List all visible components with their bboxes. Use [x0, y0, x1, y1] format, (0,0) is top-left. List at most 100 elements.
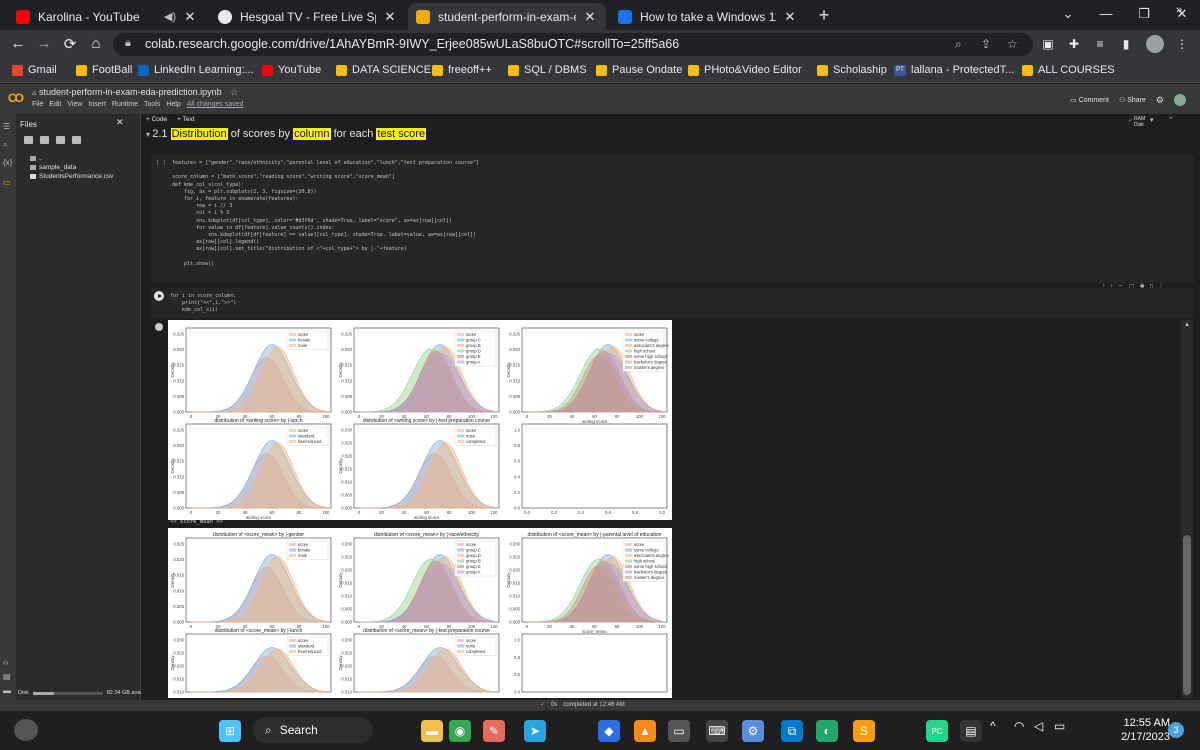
close-files-panel-button[interactable]: ✕ [116, 117, 124, 128]
telegram-icon[interactable]: ➤ [524, 720, 546, 742]
account-avatar[interactable] [1174, 94, 1186, 106]
bookmark-item[interactable]: LinkedIn Learning:... [138, 64, 254, 76]
code-line[interactable]: plt.show() [172, 261, 214, 267]
search-icon[interactable]: ⌕ [3, 140, 7, 150]
weather-widget-icon[interactable] [14, 719, 38, 741]
code-line[interactable]: sns.kdeplot(df[df[feature] == value][col… [172, 232, 476, 238]
bookmarks-more-button[interactable]: » [1176, 4, 1182, 16]
close-icon[interactable]: ✕ [582, 9, 598, 25]
bookmark-star-icon[interactable]: ☆ [1007, 37, 1018, 51]
close-icon[interactable]: ✕ [382, 9, 398, 25]
code-line[interactable]: for i, feature in enumerate(features): [172, 196, 298, 202]
wifi-icon[interactable]: ◠ [1014, 719, 1024, 733]
notebook-title[interactable]: ▵ student-perform-in-exam-eda-prediction… [32, 87, 238, 98]
volume-icon[interactable]: ◁ [1034, 719, 1043, 733]
tab-youtube[interactable]: Karolina - YouTube ◀) ✕ [8, 3, 206, 30]
vs-code-icon[interactable]: ⧉ [781, 720, 803, 742]
command-palette-icon[interactable]: ▤ [3, 672, 11, 681]
taskbar-clock[interactable]: 12:55 AM 2/17/2023 [1118, 716, 1170, 744]
sublime-icon[interactable]: S [853, 720, 875, 742]
tab-hesgoal[interactable]: Hesgoal TV - Free Live Sports Stre ✕ [210, 3, 406, 30]
bookmark-item[interactable]: ALL COURSES [1022, 64, 1115, 76]
bookmark-item[interactable]: Pause Ondate [596, 64, 682, 76]
add-code-button[interactable]: + Code [146, 116, 167, 123]
code-line[interactable]: def kde_col_s(col_type): [172, 182, 244, 188]
bookmark-item[interactable]: PHoto&Video Editor [688, 64, 802, 76]
upload-file-icon[interactable] [24, 136, 33, 144]
file-explorer-icon[interactable]: ▬ [421, 720, 443, 742]
code-line[interactable]: for value in df[feature].value_counts().… [172, 225, 334, 231]
menu-icon[interactable]: ⋮ [1174, 37, 1190, 52]
code-line[interactable]: row = i // 3 [172, 203, 232, 209]
app-blue-icon[interactable]: ◆ [598, 720, 620, 742]
back-button[interactable]: ← [8, 35, 28, 52]
runtime-dropdown-icon[interactable]: ▾ [1150, 116, 1154, 124]
variables-icon[interactable]: {x} [3, 158, 12, 167]
extension-icon[interactable]: ▣ [1040, 37, 1056, 52]
forward-button[interactable]: → [34, 35, 54, 52]
code-cell-2[interactable] [151, 288, 1194, 318]
code-line[interactable]: fig, ax = plt.subplots(2, 3, figsize=(20… [172, 189, 316, 195]
minimize-button[interactable]: — [1096, 6, 1116, 21]
bookmark-item[interactable]: freeoff++ [432, 64, 492, 76]
settings-icon[interactable]: ⚙ [742, 720, 764, 742]
refresh-icon[interactable] [40, 136, 49, 144]
share-button[interactable]: ⚇ Share [1119, 96, 1146, 104]
close-icon[interactable]: ✕ [182, 9, 198, 25]
star-icon[interactable]: ☆ [230, 87, 238, 97]
menu-insert[interactable]: Insert [88, 101, 106, 108]
notebook-title-text[interactable]: student-perform-in-exam-eda-prediction.i… [39, 87, 222, 97]
collapse-header-icon[interactable]: ⌃ [1168, 116, 1174, 124]
execution-status[interactable]: ✓ 0s completed at 12:46 AM [540, 701, 625, 709]
code-snippets-icon[interactable]: ‹› [3, 658, 8, 667]
run-cell-button[interactable] [154, 291, 164, 301]
code-line[interactable]: print("<<",i,">>") [170, 300, 236, 306]
speaker-icon[interactable]: ◀) [164, 10, 176, 23]
windows-start-icon[interactable]: ⊞ [219, 720, 241, 742]
menu-view[interactable]: View [67, 101, 82, 108]
toc-icon[interactable]: ☰ [3, 122, 10, 131]
menu-file[interactable]: File [32, 101, 43, 108]
tab-search-icon[interactable]: ⌄ [1058, 6, 1078, 22]
terminal-icon[interactable]: ▬ [3, 686, 11, 695]
bookmark-item[interactable]: DATA SCIENCE [336, 64, 431, 76]
chevron-up-icon[interactable]: ^ [990, 719, 996, 733]
bookmark-item[interactable]: YouTube [262, 64, 321, 76]
file-item-parent[interactable]: .. [30, 155, 43, 162]
mount-drive-icon[interactable] [56, 136, 65, 144]
saved-status[interactable]: All changes saved [187, 101, 244, 108]
restore-button[interactable]: ❐ [1134, 6, 1154, 22]
taskbar-search[interactable]: ⌕ Search [253, 717, 373, 743]
cell-prompt[interactable]: [ ] [156, 160, 166, 166]
code-line[interactable]: col = i % 3 [172, 210, 229, 216]
new-tab-button[interactable]: + [814, 5, 834, 26]
code-line[interactable]: score_column = ["math score","reading sc… [172, 174, 395, 180]
terminal-icon[interactable]: ▭ [668, 720, 690, 742]
comment-button[interactable]: ▭ Comment [1070, 96, 1109, 104]
tab-windows-screenshot[interactable]: How to take a Windows 11 screen ✕ [610, 3, 806, 30]
bookmark-item[interactable]: SQL / DBMS [508, 64, 587, 76]
media-icon[interactable]: ≡ [1092, 37, 1108, 52]
puzzle-icon[interactable]: ✚ [1066, 37, 1082, 52]
battery-icon[interactable]: ▭ [1054, 719, 1065, 733]
hide-files-icon[interactable] [72, 136, 81, 144]
code-line[interactable]: sns.kdeplot(df[col_type], color='#d3f6d'… [172, 218, 452, 224]
close-icon[interactable]: ✕ [782, 9, 798, 25]
colab-logo[interactable]: CO [8, 91, 24, 105]
app-dark-icon[interactable]: ▤ [960, 720, 982, 742]
file-item-csv[interactable]: StudentsPerformance.csv [30, 173, 113, 180]
bookmark-item[interactable]: Gmail [12, 64, 57, 76]
zoom-icon[interactable]: ⌕ [955, 37, 962, 52]
url-text[interactable]: colab.research.google.com/drive/1AhAYBmR… [145, 37, 679, 51]
scroll-up-arrow[interactable]: ▲ [1184, 322, 1190, 328]
tab-colab[interactable]: student-perform-in-exam-eda-p ✕ [408, 3, 606, 30]
menu-edit[interactable]: Edit [49, 101, 61, 108]
code-line[interactable]: ax[row][col].set_title("distribution of … [172, 246, 407, 252]
share-icon[interactable]: ⇪ [981, 37, 991, 51]
output-toggle-icon[interactable] [155, 323, 163, 331]
settings-icon[interactable]: ⚙ [1156, 95, 1164, 106]
reload-button[interactable]: ⟳ [60, 35, 80, 53]
menu-runtime[interactable]: Runtime [112, 101, 138, 108]
code-line[interactable]: ax[row][col].legend() [172, 239, 259, 245]
code-line[interactable]: for i in score_column: [170, 293, 236, 299]
